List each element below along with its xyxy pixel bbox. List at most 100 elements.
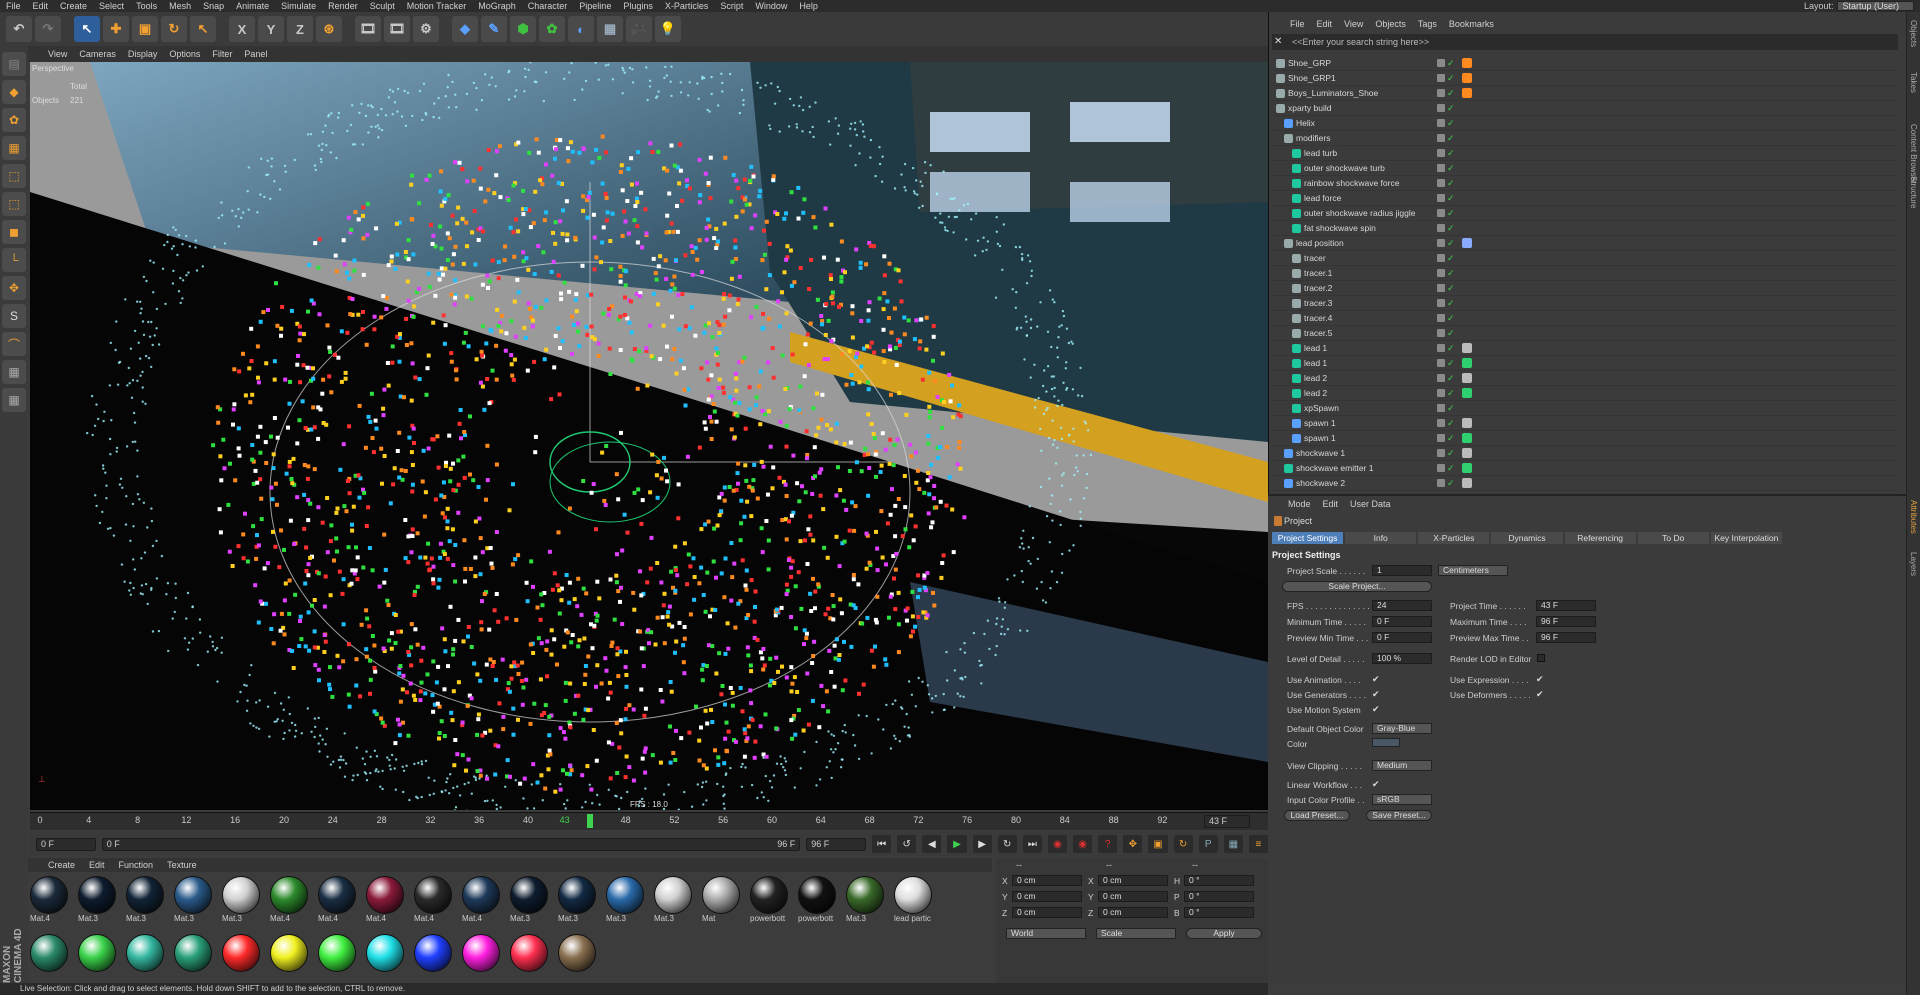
object-tag-icon[interactable] <box>1462 478 1472 488</box>
enabled-check-icon[interactable]: ✓ <box>1447 373 1455 384</box>
enabled-check-icon[interactable]: ✓ <box>1447 148 1455 159</box>
material-swatch[interactable] <box>462 934 502 982</box>
color-swatch[interactable] <box>1372 738 1400 747</box>
menu-item-animate[interactable]: Animate <box>230 1 275 11</box>
enabled-check-icon[interactable]: ✓ <box>1447 403 1455 414</box>
camera-icon[interactable]: 🎥 <box>626 16 652 42</box>
texture-mode-icon[interactable]: ✿ <box>2 108 26 132</box>
visibility-toggle[interactable] <box>1437 119 1445 127</box>
scale-icon[interactable]: ▣ <box>132 16 158 42</box>
tab-referencing[interactable]: Referencing <box>1564 532 1636 544</box>
object-row[interactable]: lead 2 ✓ <box>1272 386 1898 401</box>
object-row[interactable]: lead position ✓ <box>1272 236 1898 251</box>
rotation-key-icon[interactable]: ↻ <box>1173 835 1193 853</box>
floor-icon[interactable]: ▦ <box>597 16 623 42</box>
deformer-icon[interactable]: ◐ <box>568 16 594 42</box>
object-row[interactable]: shockwave 1 ✓ <box>1272 446 1898 461</box>
redo-icon[interactable]: ↷ <box>35 16 61 42</box>
object-row[interactable]: tracer.4 ✓ <box>1272 311 1898 326</box>
enabled-check-icon[interactable]: ✓ <box>1447 268 1455 279</box>
visibility-toggle[interactable] <box>1437 464 1445 472</box>
visibility-toggle[interactable] <box>1437 164 1445 172</box>
use-generators-checkbox[interactable]: ✔ <box>1372 689 1380 700</box>
material-swatch[interactable]: lead partic <box>894 876 934 924</box>
enabled-check-icon[interactable]: ✓ <box>1447 103 1455 114</box>
previous-key-icon[interactable]: ↺ <box>897 835 917 853</box>
go-to-end-icon[interactable]: ⏭ <box>1022 835 1042 853</box>
axis-mode-icon[interactable]: └ <box>2 248 26 272</box>
enabled-check-icon[interactable]: ✓ <box>1447 388 1455 399</box>
coord-value-field[interactable]: 0 ° <box>1184 875 1254 886</box>
enabled-check-icon[interactable]: ✓ <box>1447 73 1455 84</box>
material-menu-texture[interactable]: Texture <box>167 860 197 870</box>
menu-item-sculpt[interactable]: Sculpt <box>364 1 401 11</box>
material-swatch[interactable]: Mat.4 <box>462 876 502 924</box>
x-axis-icon[interactable]: X <box>229 16 255 42</box>
enabled-check-icon[interactable]: ✓ <box>1447 208 1455 219</box>
pla-key-icon[interactable]: ▦ <box>1223 835 1243 853</box>
object-tag-icon[interactable] <box>1462 238 1472 248</box>
material-swatch[interactable] <box>510 934 550 982</box>
material-swatch[interactable] <box>270 934 310 982</box>
next-key-icon[interactable]: ↻ <box>997 835 1017 853</box>
object-row[interactable]: modifiers ✓ <box>1272 131 1898 146</box>
side-tab-attributes[interactable]: Attributes <box>1909 500 1918 534</box>
visibility-toggle[interactable] <box>1437 74 1445 82</box>
visibility-toggle[interactable] <box>1437 299 1445 307</box>
object-row[interactable]: lead 1 ✓ <box>1272 356 1898 371</box>
enabled-check-icon[interactable]: ✓ <box>1447 298 1455 309</box>
timeline-ruler[interactable]: 0 4 8 12 16 20 24 28 32 36 40 43 48 52 56 60 64 68 72 76 80 8… <box>30 812 1268 830</box>
enabled-check-icon[interactable]: ✓ <box>1447 313 1455 324</box>
menu-item-tools[interactable]: Tools <box>130 1 163 11</box>
material-swatch[interactable]: Mat.3 <box>846 876 886 924</box>
move-icon[interactable]: ✚ <box>103 16 129 42</box>
enabled-check-icon[interactable]: ✓ <box>1447 478 1455 489</box>
pen-icon[interactable]: ✎ <box>481 16 507 42</box>
enabled-check-icon[interactable]: ✓ <box>1447 178 1455 189</box>
object-row[interactable]: Helix ✓ <box>1272 116 1898 131</box>
material-swatch[interactable]: Mat.3 <box>222 876 262 924</box>
menu-item-mograph[interactable]: MoGraph <box>472 1 522 11</box>
visibility-toggle[interactable] <box>1437 374 1445 382</box>
attribute-menu-mode[interactable]: Mode <box>1288 499 1311 509</box>
use-animation-checkbox[interactable]: ✔ <box>1372 674 1380 685</box>
enabled-check-icon[interactable]: ✓ <box>1447 163 1455 174</box>
frame-range-slider[interactable]: 0 F 96 F <box>101 837 801 851</box>
object-row[interactable]: tracer.5 ✓ <box>1272 326 1898 341</box>
material-swatch[interactable]: Mat.4 <box>270 876 310 924</box>
subdivision-icon[interactable]: ⬢ <box>510 16 536 42</box>
layout-select[interactable]: Startup (User) <box>1837 1 1914 11</box>
playhead[interactable] <box>587 814 593 828</box>
tab-key-interpolation[interactable]: Key Interpolation <box>1710 532 1782 544</box>
material-swatch[interactable]: Mat.3 <box>606 876 646 924</box>
visibility-toggle[interactable] <box>1437 224 1445 232</box>
object-row[interactable]: shockwave emitter 1 ✓ <box>1272 461 1898 476</box>
coord-value-field[interactable]: 0 ° <box>1184 907 1254 918</box>
coord-system-select[interactable]: World <box>1006 928 1086 939</box>
light-icon[interactable]: 💡 <box>655 16 681 42</box>
rotate-icon[interactable]: ↻ <box>161 16 187 42</box>
object-menu-edit[interactable]: Edit <box>1317 19 1333 29</box>
object-row[interactable]: lead turb ✓ <box>1272 146 1898 161</box>
render-settings-icon[interactable]: ⚙ <box>413 16 439 42</box>
object-row[interactable]: tracer.3 ✓ <box>1272 296 1898 311</box>
render-to-picture-viewer-icon[interactable]: 🎞 <box>384 16 410 42</box>
preview-max-field[interactable]: 96 F <box>1536 632 1596 643</box>
polygons-mode-icon[interactable]: ◼ <box>2 220 26 244</box>
render-lod-checkbox[interactable] <box>1537 654 1545 662</box>
recent-tool-icon[interactable]: ↖ <box>190 16 216 42</box>
object-tag-icon[interactable] <box>1462 433 1472 443</box>
menu-item-plugins[interactable]: Plugins <box>617 1 659 11</box>
enabled-check-icon[interactable]: ✓ <box>1447 133 1455 144</box>
object-row[interactable]: outer shockwave radius jiggle ✓ <box>1272 206 1898 221</box>
material-swatch[interactable]: Mat.3 <box>174 876 214 924</box>
search-close-icon[interactable]: ✕ <box>1274 37 1284 47</box>
tab-project-settings[interactable]: Project Settings <box>1272 532 1344 544</box>
enabled-check-icon[interactable]: ✓ <box>1447 88 1455 99</box>
material-swatch[interactable]: Mat.3 <box>126 876 166 924</box>
coord-value-field[interactable]: 0 ° <box>1184 891 1254 902</box>
side-tab-objects[interactable]: Objects <box>1909 20 1918 47</box>
enabled-check-icon[interactable]: ✓ <box>1447 283 1455 294</box>
enabled-check-icon[interactable]: ✓ <box>1447 343 1455 354</box>
material-swatch[interactable]: Mat.4 <box>318 876 358 924</box>
